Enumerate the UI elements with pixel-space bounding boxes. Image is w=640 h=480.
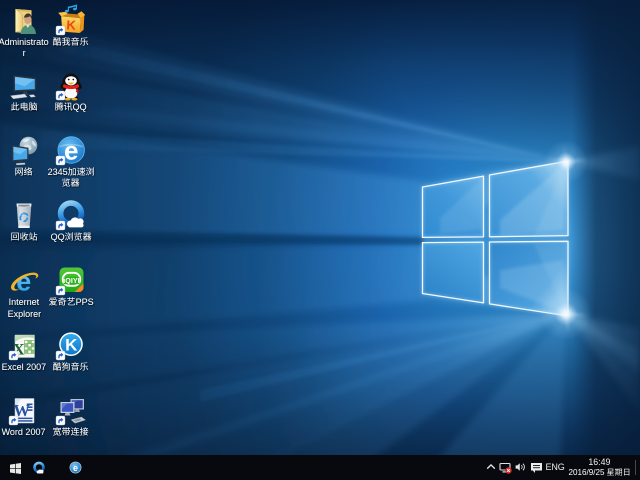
- svg-text:2016/9/25: 2016/9/25: [568, 468, 605, 477]
- svg-text:PPS: PPS: [76, 297, 94, 307]
- svg-text:QQ: QQ: [51, 232, 65, 242]
- svg-text:e: e: [16, 267, 31, 297]
- svg-text:QQ: QQ: [73, 102, 87, 112]
- svg-text:iQIYI: iQIYI: [63, 276, 79, 285]
- svg-text:e: e: [64, 135, 78, 165]
- svg-text:r: r: [23, 48, 26, 58]
- svg-text:Internet: Internet: [9, 297, 40, 307]
- svg-text:K: K: [65, 335, 78, 354]
- svg-text:K: K: [66, 17, 77, 33]
- svg-text:e: e: [73, 463, 78, 473]
- svg-text:2345: 2345: [48, 167, 68, 177]
- svg-text:Explorer: Explorer: [7, 309, 41, 319]
